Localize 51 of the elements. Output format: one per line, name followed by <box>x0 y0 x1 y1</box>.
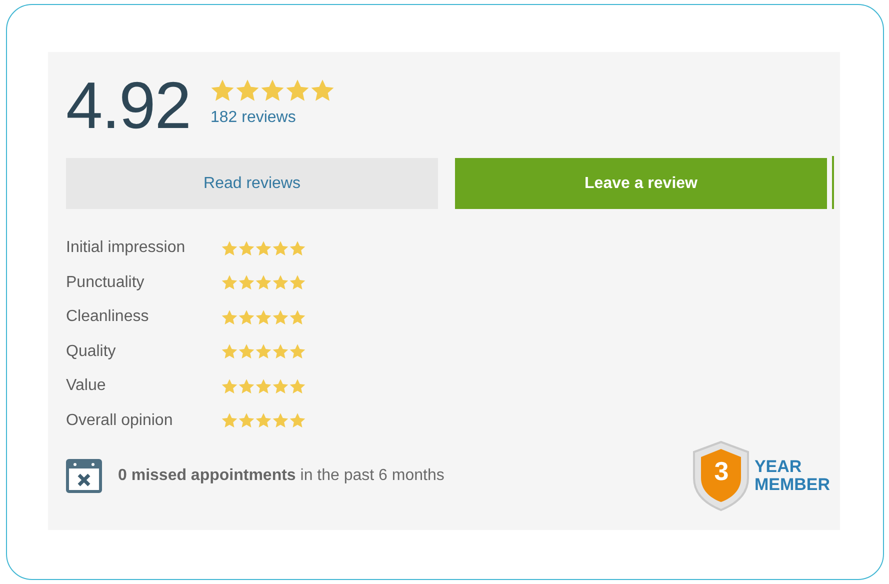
category-label: Cleanliness <box>66 308 150 326</box>
category-label: Value <box>66 377 107 396</box>
star-icon <box>310 78 336 102</box>
rating-score: 4.92 <box>66 72 190 138</box>
star-icon <box>238 274 255 292</box>
star-icon <box>238 412 255 430</box>
star-icon <box>255 308 272 326</box>
star-icon <box>255 240 272 257</box>
category-label: Punctuality <box>66 274 146 292</box>
star-icon <box>221 274 238 292</box>
star-icon <box>235 78 260 102</box>
star-icon <box>289 308 306 326</box>
star-icon <box>289 343 306 360</box>
star-icon <box>255 274 272 292</box>
star-icon <box>255 378 272 395</box>
star-icon <box>221 343 238 360</box>
leave-review-button[interactable]: Leave a review <box>455 158 827 209</box>
star-icon <box>255 412 272 430</box>
badge-label: MEMBER <box>754 476 830 494</box>
category-label: Initial impression <box>66 239 186 258</box>
shield-icon <box>692 440 750 512</box>
star-icon <box>221 240 238 257</box>
read-reviews-button[interactable]: Read reviews <box>66 158 438 209</box>
star-icon <box>221 308 238 326</box>
star-icon <box>210 78 236 102</box>
star-icon <box>238 308 255 326</box>
star-icon <box>221 378 238 395</box>
category-label: Quality <box>66 342 117 361</box>
star-icon <box>238 343 255 360</box>
category-label: Overall opinion <box>66 412 174 430</box>
badge-number: 3 <box>713 456 730 487</box>
star-icon <box>238 378 255 395</box>
star-icon <box>272 274 289 292</box>
missed-appointments-text: 0 missed appointments in the past 6 months <box>118 467 446 485</box>
star-icon <box>260 78 286 102</box>
star-icon <box>289 412 306 430</box>
star-icon <box>272 343 289 360</box>
star-icon <box>221 412 238 430</box>
star-icon <box>289 274 306 292</box>
star-icon <box>289 378 306 395</box>
star-icon <box>285 78 310 102</box>
star-icon <box>272 378 289 395</box>
star-icon <box>255 343 272 360</box>
star-icon <box>289 240 306 257</box>
star-icon <box>272 308 289 326</box>
badge-label: YEAR <box>754 458 803 476</box>
review-count-link[interactable]: 182 reviews <box>210 108 336 126</box>
star-icon <box>272 240 289 257</box>
star-icon <box>238 240 255 257</box>
calendar-x-icon <box>66 459 102 493</box>
star-icon <box>272 412 289 430</box>
